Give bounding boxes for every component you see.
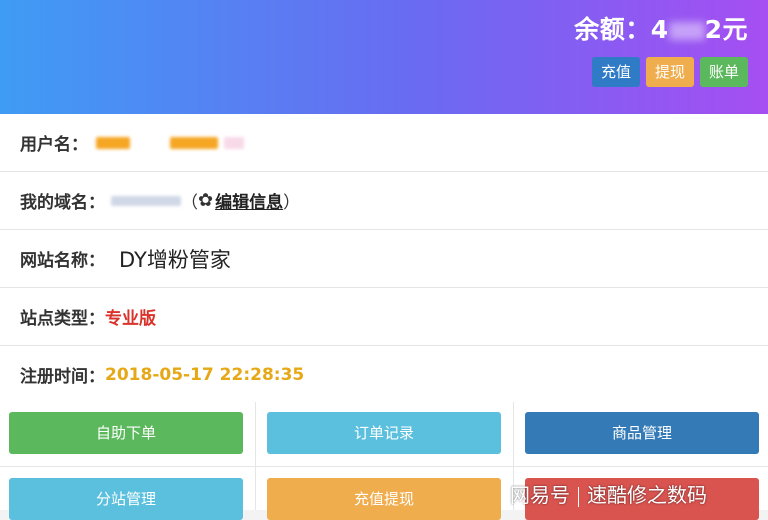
gear-icon: ✿ [198,190,214,211]
watermark-left: 网易号 [510,483,570,507]
domain-label: 我的域名： [20,193,105,213]
reg-time-value: 2018-05-17 22:28:35 [105,364,305,385]
watermark-right: 速酷修之数码 [587,483,707,507]
account-info-panel: 用户名： 我的域名： （ ✿ 编辑信息 ） 网站名称： DY增粉管家 站点类型：… [0,114,768,404]
edit-info-link[interactable]: 编辑信息 [215,188,283,213]
domain-paren-open: （ [181,193,198,213]
username-redacted [170,136,218,149]
site-name-value: DY增粉管家 [119,247,231,272]
product-management-button[interactable]: 商品管理 [525,412,759,454]
site-name-row: 网站名称： DY增粉管家 [0,230,768,288]
substation-management-button[interactable]: 分站管理 [9,478,243,520]
username-label: 用户名： [20,135,88,155]
username-redacted [96,136,130,149]
site-name-label: 网站名称： [20,251,105,271]
balance-redacted [668,22,705,40]
domain-redacted [111,195,181,206]
watermark-separator [578,486,579,507]
watermark: 网易号 速酷修之数码 [508,480,768,510]
header-banner: 余额：4 2元 充值 提现 账单 [0,0,768,114]
balance-prefix: 余额：4 [574,15,669,44]
grid-divider [255,402,256,510]
recharge-withdraw-button[interactable]: 充值提现 [267,478,501,520]
grid-divider [0,466,768,467]
order-records-button[interactable]: 订单记录 [267,412,501,454]
self-order-button[interactable]: 自助下单 [9,412,243,454]
site-type-label: 站点类型： [20,309,105,329]
username-row: 用户名： [0,114,768,172]
withdraw-button[interactable]: 提现 [645,57,694,87]
domain-row: 我的域名： （ ✿ 编辑信息 ） [0,172,768,230]
balance-suffix: 2元 [704,15,748,44]
balance-display: 余额：4 2元 [574,10,748,46]
reg-time-row: 注册时间： 2018-05-17 22:28:35 [0,346,768,404]
domain-paren-close: ） [283,193,301,213]
site-type-row: 站点类型： 专业版 [0,288,768,346]
recharge-button[interactable]: 充值 [591,57,640,87]
site-type-value: 专业版 [105,309,156,329]
reg-time-label: 注册时间： [20,367,105,387]
username-redacted [224,136,244,149]
header-button-group: 充值 提现 账单 [591,57,748,87]
bill-button[interactable]: 账单 [699,57,748,87]
